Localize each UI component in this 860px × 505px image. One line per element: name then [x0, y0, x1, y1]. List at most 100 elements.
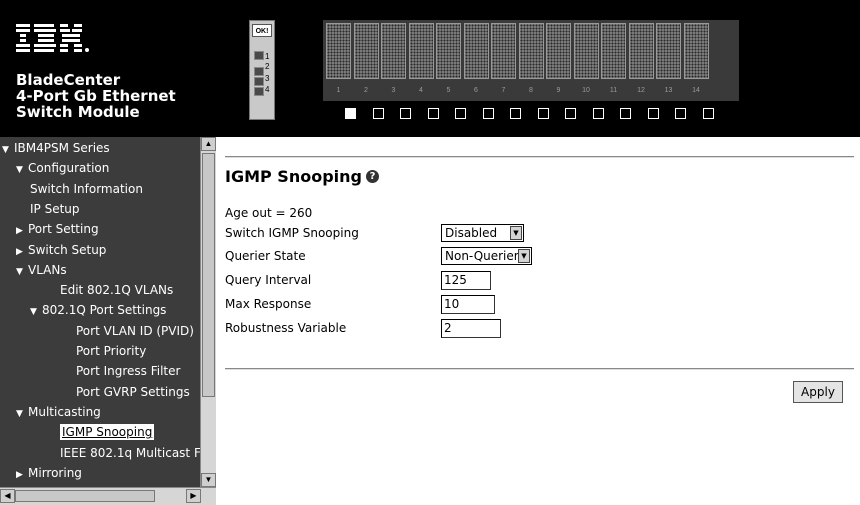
- nav-item-configuration[interactable]: ▼ Configuration: [16, 158, 109, 178]
- collapsed-triangle-icon[interactable]: ▶: [16, 242, 28, 262]
- apply-button[interactable]: Apply: [793, 381, 843, 403]
- blade-bay-12[interactable]: 12: [628, 23, 654, 98]
- blade-graphic-icon: [436, 23, 461, 79]
- switch-igmp-snooping-value: Disabled: [445, 226, 498, 240]
- nav-item-port-vlan-id-pvid[interactable]: Port VLAN ID (PVID): [76, 321, 194, 341]
- nav-item-port-setting[interactable]: ▶ Port Setting: [16, 219, 99, 239]
- expanded-triangle-icon[interactable]: ▼: [16, 404, 28, 424]
- nav-item-vlans[interactable]: ▼ VLANs: [16, 260, 67, 280]
- bladecenter-chassis: 1 2 3 4 5 6 7 8 9 10 11 12 13 14: [323, 20, 739, 101]
- nav-scroll-thumb[interactable]: [202, 153, 215, 397]
- nav-item-label: Port VLAN ID (PVID): [76, 323, 194, 338]
- nav-item-port-gvrp-settings[interactable]: Port GVRP Settings: [76, 382, 190, 402]
- expanded-triangle-icon[interactable]: ▼: [16, 262, 28, 282]
- chevron-down-icon[interactable]: ▼: [518, 249, 530, 263]
- blade-bay-number: 8: [529, 87, 533, 94]
- nav-item-port-ingress-filter[interactable]: Port Ingress Filter: [76, 361, 180, 381]
- bay-select-checkbox-11[interactable]: [620, 108, 631, 119]
- bay-select-checkbox-10[interactable]: [592, 108, 604, 119]
- nav-horizontal-scrollbar[interactable]: ◀ ▶: [0, 487, 216, 505]
- blade-bay-number: 13: [664, 87, 673, 94]
- header-banner: BladeCenter 4-Port Gb Ethernet Switch Mo…: [0, 0, 860, 137]
- blade-graphic-icon: [326, 23, 351, 79]
- bay-select-checkbox-12[interactable]: [647, 108, 659, 119]
- bay-select-checkbox-1[interactable]: [345, 108, 356, 119]
- scroll-right-icon[interactable]: ▶: [186, 489, 201, 503]
- blade-bay-10[interactable]: 10: [573, 23, 599, 98]
- nav-item-ieee-802-1q-multicast-f[interactable]: IEEE 802.1q Multicast F: [60, 443, 201, 463]
- max-response-label: Max Response: [225, 297, 312, 311]
- blade-bay-4[interactable]: 4: [408, 23, 434, 98]
- switch-igmp-snooping-select[interactable]: Disabled ▼: [441, 224, 524, 242]
- bay-select-checkbox-13[interactable]: [675, 108, 686, 119]
- blade-bay-13[interactable]: 13: [656, 23, 681, 98]
- blade-bay-1[interactable]: 1: [326, 23, 351, 98]
- querier-state-value: Non-Querier: [445, 249, 519, 263]
- scroll-left-icon[interactable]: ◀: [0, 489, 15, 503]
- nav-item-ibm4psm-series[interactable]: ▼ IBM4PSM Series: [2, 138, 110, 158]
- nav-item-label: Switch Information: [30, 181, 143, 196]
- nav-item-multicasting[interactable]: ▼ Multicasting: [16, 402, 101, 422]
- nav-item-label: 802.1Q Port Settings: [42, 303, 167, 318]
- scroll-down-icon[interactable]: ▼: [201, 473, 216, 487]
- bay-select-checkbox-5[interactable]: [455, 108, 466, 119]
- nav-item-port-priority[interactable]: Port Priority: [76, 341, 146, 361]
- blade-bay-11[interactable]: 11: [601, 23, 626, 98]
- nav-item-mirroring[interactable]: ▶ Mirroring: [16, 463, 82, 483]
- querier-state-label: Querier State: [225, 249, 306, 263]
- port-number-4: 4: [265, 85, 270, 94]
- bay-select-checkbox-2[interactable]: [372, 108, 384, 119]
- expanded-triangle-icon[interactable]: ▼: [16, 160, 28, 180]
- switch-module-graphic[interactable]: OK! 1 2 3 4: [249, 20, 275, 120]
- robustness-variable-input[interactable]: 2: [441, 319, 501, 338]
- nav-item-switch-setup[interactable]: ▶ Switch Setup: [16, 240, 106, 260]
- scroll-up-icon[interactable]: ▲: [201, 137, 216, 151]
- bay-select-checkbox-14[interactable]: [702, 108, 714, 119]
- bay-select-checkbox-8[interactable]: [537, 108, 549, 119]
- blade-graphic-icon: [546, 23, 571, 79]
- querier-state-select[interactable]: Non-Querier ▼: [441, 247, 532, 265]
- blade-bay-9[interactable]: 9: [546, 23, 571, 98]
- blade-bay-number: 5: [446, 87, 451, 94]
- collapsed-triangle-icon[interactable]: ▶: [16, 465, 28, 485]
- chevron-down-icon[interactable]: ▼: [510, 226, 522, 240]
- expanded-triangle-icon[interactable]: ▼: [2, 140, 14, 160]
- port-number-2: 2: [265, 62, 270, 71]
- max-response-input[interactable]: 10: [441, 295, 495, 314]
- blade-bay-number: 3: [391, 87, 396, 94]
- bay-select-checkbox-4[interactable]: [427, 108, 439, 119]
- port-led-4: [254, 87, 264, 96]
- nav-item-edit-802-1q-vlans[interactable]: Edit 802.1Q VLANs: [60, 280, 173, 300]
- nav-vertical-scrollbar[interactable]: ▲ ▼: [200, 137, 216, 487]
- product-line-2: 4-Port Gb Ethernet: [16, 87, 176, 105]
- collapsed-triangle-icon[interactable]: ▶: [16, 221, 28, 241]
- nav-item-802-1q-port-settings[interactable]: ▼ 802.1Q Port Settings: [30, 300, 166, 320]
- help-question-icon[interactable]: ?: [365, 170, 379, 183]
- blade-bay-6[interactable]: 6: [463, 23, 489, 98]
- nav-item-ip-setup[interactable]: IP Setup: [30, 199, 80, 219]
- query-interval-input[interactable]: 125: [441, 271, 491, 290]
- nav-item-label: IBM4PSM Series: [14, 141, 110, 155]
- bay-select-checkbox-9[interactable]: [565, 108, 576, 119]
- bay-select-checkbox-3[interactable]: [400, 108, 411, 119]
- top-divider: [225, 156, 854, 158]
- blade-bay-3[interactable]: 3: [381, 23, 406, 98]
- blade-bay-number: 7: [501, 87, 506, 94]
- blade-bay-7[interactable]: 7: [491, 23, 516, 98]
- blade-bay-8[interactable]: 8: [518, 23, 544, 98]
- blade-bay-2[interactable]: 2: [353, 23, 379, 98]
- bay-select-checkbox-6[interactable]: [482, 108, 494, 119]
- blade-bay-14[interactable]: 14: [683, 23, 709, 98]
- query-interval-label: Query Interval: [225, 273, 312, 287]
- blade-bay-number: 14: [692, 87, 700, 94]
- nav-item-switch-information[interactable]: Switch Information: [30, 179, 143, 199]
- ibm-logo: [16, 24, 89, 52]
- blade-bay-number: 12: [637, 87, 645, 94]
- expanded-triangle-icon[interactable]: ▼: [30, 302, 42, 322]
- bay-select-checkbox-7[interactable]: [510, 108, 521, 119]
- nav-item-igmp-snooping[interactable]: IGMP Snooping: [60, 422, 155, 442]
- blade-bay-5[interactable]: 5: [436, 23, 461, 98]
- blade-bay-number: 1: [336, 87, 341, 94]
- nav-item-label: Switch Setup: [28, 242, 107, 257]
- nav-hscroll-thumb[interactable]: [15, 490, 155, 502]
